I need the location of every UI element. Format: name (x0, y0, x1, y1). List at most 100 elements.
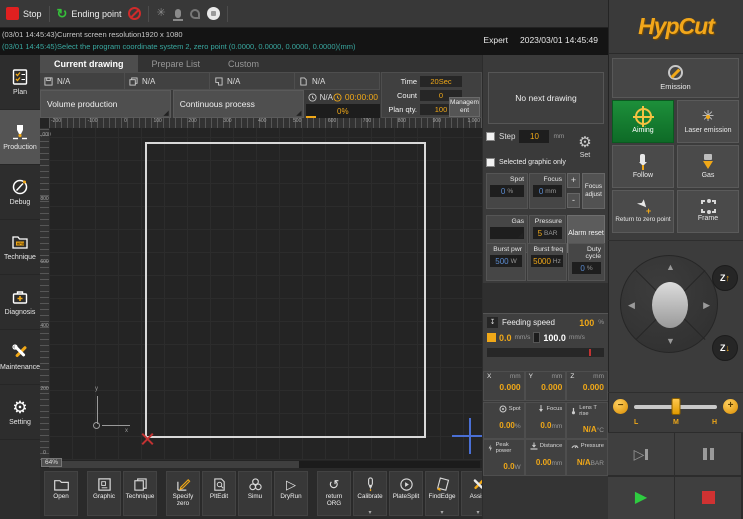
monitor-label: Pressure (581, 443, 604, 449)
page-field[interactable]: N/A (295, 72, 380, 90)
step-checkbox[interactable] (486, 132, 495, 141)
gas-button[interactable]: Gas (677, 145, 739, 188)
management-button[interactable]: Management (449, 97, 480, 117)
speed-slider-track[interactable] (634, 405, 717, 409)
gas-select[interactable]: ◢ (490, 227, 524, 239)
horizontal-scrollbar[interactable] (49, 461, 480, 468)
set-button[interactable]: ⚙ Set (566, 123, 604, 171)
tab-custom[interactable]: Custom (214, 55, 273, 72)
gas-label: Gas (702, 172, 715, 180)
duty-cycle-box[interactable]: 0% (572, 262, 601, 274)
focus-minus-button[interactable]: - (567, 193, 580, 208)
burst-pwr-box[interactable]: 500W (490, 255, 522, 267)
return-to-zero-button[interactable]: ➤+ Return to zero point (612, 190, 674, 233)
estop-icon[interactable] (207, 7, 220, 20)
stop-run-button[interactable] (675, 477, 741, 519)
feeding-percent-unit: % (598, 319, 604, 326)
laser-emission-button[interactable]: ✳ Laser emission (677, 100, 739, 143)
graphic-button[interactable]: Graphic (87, 471, 121, 516)
region-field[interactable]: N/A (210, 72, 295, 90)
z-value: 0.000 (570, 382, 604, 392)
sidebar-item-maintenance[interactable]: Maintenance (0, 330, 40, 385)
blow-icon[interactable] (175, 9, 181, 18)
light-icon[interactable]: ✳ (156, 8, 165, 19)
layer-value: N/A (142, 77, 155, 86)
jog-down-arrow[interactable]: ▼ (666, 336, 675, 346)
open-button[interactable]: Open (44, 471, 78, 516)
layer-field[interactable]: N/A (125, 72, 210, 90)
production-mode-select[interactable]: Volume production ◢ (40, 90, 171, 118)
z-up-button[interactable]: Z↑ (712, 265, 738, 291)
findedge-button[interactable]: FindEdge ▾ (425, 471, 459, 516)
file-value: N/A (57, 77, 70, 86)
monitor-pressure: Pressure N/ABAR (566, 439, 608, 476)
pressure-value-box[interactable]: 5BAR (533, 227, 562, 239)
ending-point-button[interactable]: ↻ Ending point (57, 7, 122, 20)
jog-pad[interactable]: ▲ ▼ ◀ ▶ (620, 255, 718, 353)
z-down-button[interactable]: Z↓ (712, 335, 738, 361)
specify-zero-button[interactable]: Specify zero (166, 471, 200, 516)
clock-icon (308, 93, 317, 102)
return-org-button[interactable]: ↺ return ORG (317, 471, 351, 516)
sidebar-item-diagnosis[interactable]: Diagnosis (0, 275, 40, 330)
speed-slider-handle[interactable] (671, 398, 680, 415)
drawing-rectangle[interactable] (145, 142, 426, 438)
slider-plus-button[interactable]: + (723, 399, 738, 414)
emission-button[interactable]: Emission (612, 58, 739, 98)
tab-prepare-list[interactable]: Prepare List (138, 55, 215, 72)
job-info-row: N/A N/A N/A N/A Volume production (40, 72, 482, 118)
jog-center-button[interactable] (652, 282, 688, 328)
dryrun-button[interactable]: ▷ DryRun (274, 471, 308, 516)
start-button[interactable]: ▶ (608, 477, 674, 519)
monitor-value: 0.00 (536, 458, 552, 467)
tab-current-drawing[interactable]: Current drawing (40, 55, 138, 72)
follow-button[interactable]: Follow (612, 145, 674, 188)
toolbar-label: DryRun (280, 494, 301, 501)
elapsed-value: N/A (320, 93, 333, 102)
aiming-button[interactable]: Aiming (612, 100, 674, 143)
stop-button[interactable]: Stop (6, 7, 42, 20)
focus-unit: mm (545, 188, 556, 195)
file-field[interactable]: N/A (40, 72, 125, 90)
drawing-canvas[interactable]: -200 -100 0 100 200 300 400 500 600 700 … (40, 118, 482, 468)
work-area[interactable]: y x (49, 128, 482, 460)
focus-value-box[interactable]: 0mm (533, 185, 562, 197)
calibrate-button[interactable]: Calibrate ▾ (353, 471, 387, 516)
toolbar-label: FindEdge (429, 494, 456, 501)
focus-adjust-button[interactable]: Focus adjust (582, 173, 605, 209)
laser-rays-icon: ✳ (700, 109, 716, 125)
sidebar-item-production[interactable]: Production (0, 110, 40, 165)
simu-button[interactable]: Simu (238, 471, 272, 516)
jog-left-arrow[interactable]: ◀ (628, 300, 635, 311)
selected-graphic-checkbox[interactable] (486, 158, 495, 167)
production-mode-value: Volume production (47, 99, 117, 109)
monitor-label: Peak power (496, 442, 521, 454)
follow-nozzle-icon (636, 154, 650, 170)
sidebar: Plan Production Debug HPM Technique Diag… (0, 55, 40, 519)
slider-minus-button[interactable]: − (613, 399, 628, 414)
page-value: N/A (312, 77, 325, 86)
spot-value-box[interactable]: 0% (490, 185, 524, 197)
sidebar-item-debug[interactable]: Debug (0, 165, 40, 220)
frame-button[interactable]: Frame (677, 190, 739, 233)
jog-right-arrow[interactable]: ▶ (703, 300, 710, 311)
sidebar-item-setting[interactable]: ⚙ Setting (0, 385, 40, 440)
step-value[interactable]: 10 (519, 130, 549, 143)
process-mode-select[interactable]: Continuous process ◢ (173, 90, 304, 118)
sidebar-item-technique[interactable]: HPM Technique (0, 220, 40, 275)
scrollbar-thumb[interactable] (49, 461, 299, 468)
jog-up-arrow[interactable]: ▲ (666, 262, 675, 272)
pltedit-button[interactable]: PltEdit (202, 471, 236, 516)
feeding-speed-slider[interactable] (487, 348, 604, 357)
single-step-button[interactable]: ▷ (608, 433, 674, 475)
laser-disabled-icon[interactable] (128, 7, 141, 20)
technique-button[interactable]: Technique (123, 471, 157, 516)
joint-icon[interactable] (190, 9, 200, 19)
burst-freq-box[interactable]: 5000Hz (531, 255, 563, 267)
platesplit-button[interactable]: PlateSplit (389, 471, 423, 516)
focus-plus-button[interactable]: + (567, 173, 580, 188)
pause-button[interactable] (675, 433, 741, 475)
ruler-tick: 400 (258, 118, 266, 128)
ruler-tick: 300 (223, 118, 231, 128)
sidebar-item-plan[interactable]: Plan (0, 55, 40, 110)
